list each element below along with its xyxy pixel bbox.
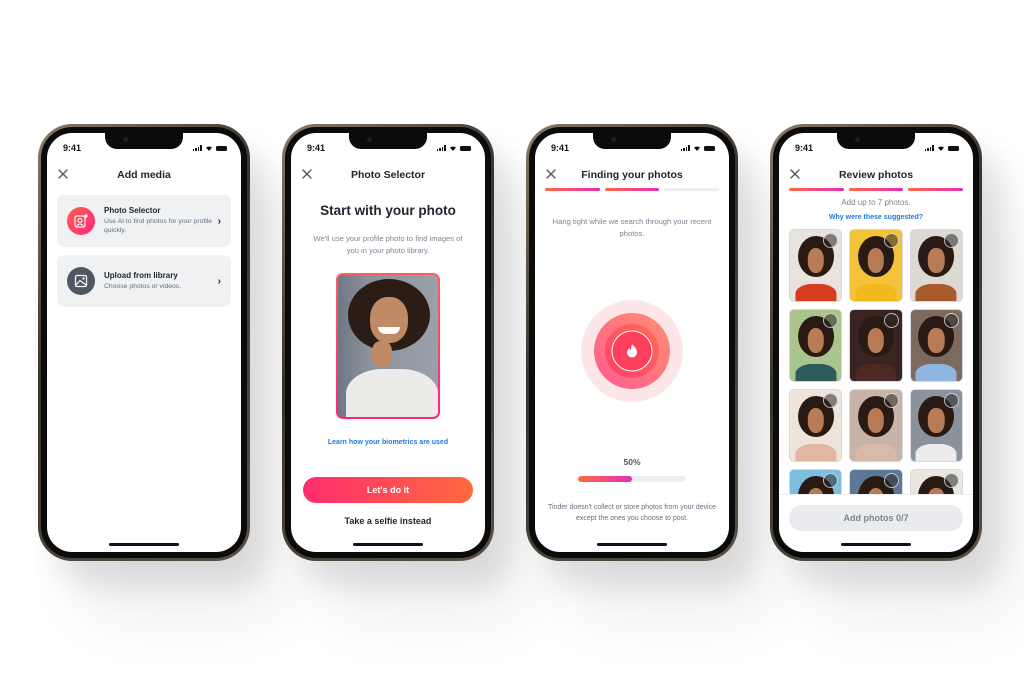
screen-title: Review photos xyxy=(838,169,914,181)
screen: 9:41 Review photos Add up to 7 photos. W… xyxy=(779,133,973,552)
step-segment xyxy=(848,188,904,191)
select-circle-icon[interactable] xyxy=(883,313,899,328)
step-segment xyxy=(604,188,660,191)
battery-icon xyxy=(216,145,227,151)
status-time: 9:41 xyxy=(795,143,814,153)
chevron-right-icon: › xyxy=(217,215,221,227)
search-progress-bar xyxy=(578,476,686,482)
select-circle-icon[interactable] xyxy=(943,233,959,248)
phone-photo-selector: 9:41 Photo Selector Start with your phot… xyxy=(282,124,494,561)
close-icon[interactable] xyxy=(789,168,801,180)
upload-library-option[interactable]: Upload from library Choose photos or vid… xyxy=(57,255,231,307)
select-circle-icon[interactable] xyxy=(943,473,959,488)
suggested-photo[interactable] xyxy=(789,229,843,302)
step-segment xyxy=(789,188,844,191)
wifi-icon xyxy=(938,146,944,151)
suggested-photo[interactable] xyxy=(849,389,903,462)
suggested-photo[interactable] xyxy=(849,229,903,302)
select-circle-icon[interactable] xyxy=(883,473,899,488)
wifi-icon xyxy=(206,146,212,151)
photo-selector-option[interactable]: Photo Selector Use AI to find photos for… xyxy=(57,195,231,247)
step-progress xyxy=(789,188,964,191)
profile-photo xyxy=(336,273,440,419)
screen-title: Photo Selector xyxy=(350,169,426,181)
add-photos-button[interactable]: Add photos 0/7 xyxy=(789,505,963,531)
step-segment xyxy=(545,188,600,191)
suggested-photo[interactable] xyxy=(789,309,843,382)
step-segment xyxy=(664,188,720,191)
signal-icon xyxy=(192,145,202,151)
home-indicator xyxy=(841,543,911,546)
battery-icon xyxy=(704,145,715,151)
screen: 9:41 Finding your photos Hang tight whil… xyxy=(535,133,729,552)
notch xyxy=(105,133,183,149)
select-circle-icon[interactable] xyxy=(883,233,899,248)
signal-icon xyxy=(680,145,690,151)
why-suggested-link[interactable]: Why were these suggested? xyxy=(779,214,973,221)
select-circle-icon[interactable] xyxy=(823,233,839,248)
image-icon xyxy=(67,267,95,295)
select-circle-icon[interactable] xyxy=(943,393,959,408)
status-time: 9:41 xyxy=(307,143,326,153)
screen-title: Add media xyxy=(117,169,171,181)
suggested-photo[interactable] xyxy=(789,389,843,462)
select-circle-icon[interactable] xyxy=(883,393,899,408)
suggested-photo[interactable] xyxy=(909,389,963,462)
suggested-photo[interactable] xyxy=(909,229,963,302)
take-selfie-button[interactable]: Take a selfie instead xyxy=(291,516,485,526)
option-description: Choose photos or videos. xyxy=(104,282,182,290)
subtitle: We'll use your profile photo to find ima… xyxy=(313,234,463,255)
signal-icon xyxy=(436,145,446,151)
select-circle-icon[interactable] xyxy=(823,473,839,488)
home-indicator xyxy=(597,543,667,546)
wifi-icon xyxy=(694,146,700,151)
notch xyxy=(349,133,427,149)
progress-fill xyxy=(578,476,632,482)
option-description: Use AI to find photos for your profile q… xyxy=(104,218,213,234)
phone-finding-photos: 9:41 Finding your photos Hang tight whil… xyxy=(526,124,738,561)
portrait-plus-icon xyxy=(67,207,95,235)
suggested-photo[interactable] xyxy=(909,309,963,382)
screen: 9:41 Photo Selector Start with your phot… xyxy=(291,133,485,552)
notch xyxy=(593,133,671,149)
battery-icon xyxy=(460,145,471,151)
close-icon[interactable] xyxy=(545,168,557,180)
photo-grid xyxy=(789,229,963,494)
privacy-disclaimer: Tinder doesn't collect or store photos f… xyxy=(548,504,716,522)
step-progress xyxy=(545,188,720,191)
subtitle: Hang tight while we search through your … xyxy=(552,217,712,238)
home-indicator xyxy=(109,543,179,546)
phone-add-media: 9:41 Add media Photo Selector Use AI to … xyxy=(38,124,250,561)
signal-icon xyxy=(924,145,934,151)
phone-review-photos: 9:41 Review photos Add up to 7 photos. W… xyxy=(770,124,982,561)
suggested-photo[interactable] xyxy=(789,469,843,494)
select-circle-icon[interactable] xyxy=(943,313,959,328)
suggested-photo[interactable] xyxy=(909,469,963,494)
select-circle-icon[interactable] xyxy=(823,313,839,328)
option-title: Upload from library xyxy=(104,270,178,280)
wifi-icon xyxy=(450,146,456,151)
screen-title: Finding your photos xyxy=(581,169,683,181)
notch xyxy=(837,133,915,149)
subtitle: Add up to 7 photos. xyxy=(841,198,911,207)
option-title: Photo Selector xyxy=(104,206,161,216)
close-icon[interactable] xyxy=(57,168,69,180)
suggested-photo[interactable] xyxy=(849,309,903,382)
status-time: 9:41 xyxy=(63,143,82,153)
searching-radar xyxy=(581,300,683,402)
home-indicator xyxy=(353,543,423,546)
lets-do-it-button[interactable]: Let's do it xyxy=(303,477,473,503)
battery-icon xyxy=(948,145,959,151)
select-circle-icon[interactable] xyxy=(823,393,839,408)
close-icon[interactable] xyxy=(301,168,313,180)
biometrics-link[interactable]: Learn how your biometrics are used xyxy=(291,439,485,446)
suggested-photo[interactable] xyxy=(849,469,903,494)
step-segment xyxy=(908,188,964,191)
screen: 9:41 Add media Photo Selector Use AI to … xyxy=(47,133,241,552)
chevron-right-icon: › xyxy=(217,275,221,287)
heading: Start with your photo xyxy=(320,203,456,218)
progress-label: 50% xyxy=(623,457,641,467)
status-time: 9:41 xyxy=(551,143,570,153)
